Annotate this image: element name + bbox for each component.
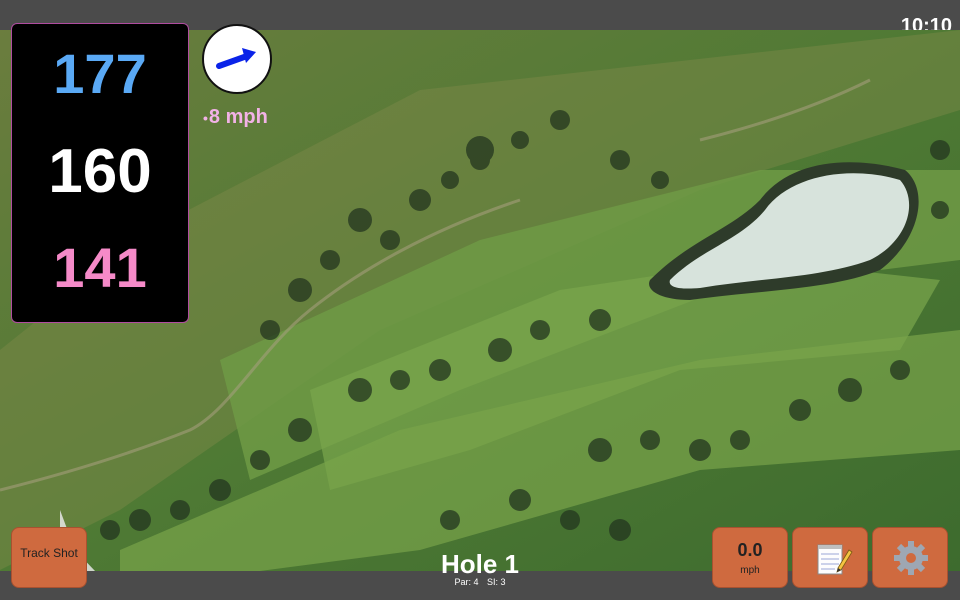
back-distance: 177 xyxy=(53,42,147,105)
settings-button[interactable] xyxy=(872,527,948,588)
wind-value: 0.0 xyxy=(737,540,763,560)
notepad-icon xyxy=(817,544,853,575)
distance-panel: 177 160 141 xyxy=(11,23,189,323)
bullet-icon: • xyxy=(203,109,208,126)
wind-speed: •8 mph xyxy=(203,106,268,129)
wind-indicator xyxy=(202,24,272,94)
middle-distance: 160 xyxy=(48,137,152,206)
wind-arrow-icon xyxy=(216,48,256,69)
track-shot-button[interactable]: Track Shot xyxy=(11,527,87,588)
wind-button[interactable]: 0.0 mph xyxy=(712,527,788,588)
wind-speed-label: 8 mph xyxy=(208,106,268,128)
wind-unit: mph xyxy=(740,565,760,576)
hole-info: Par: 4 SI: 3 xyxy=(380,577,580,587)
front-distance: 141 xyxy=(53,236,147,299)
gear-icon xyxy=(894,541,928,575)
hole-par: Par: 4 xyxy=(454,577,479,587)
notes-button[interactable] xyxy=(792,527,868,588)
hole-title: Hole 1 xyxy=(440,549,520,579)
hole-si: SI: 3 xyxy=(487,577,506,587)
